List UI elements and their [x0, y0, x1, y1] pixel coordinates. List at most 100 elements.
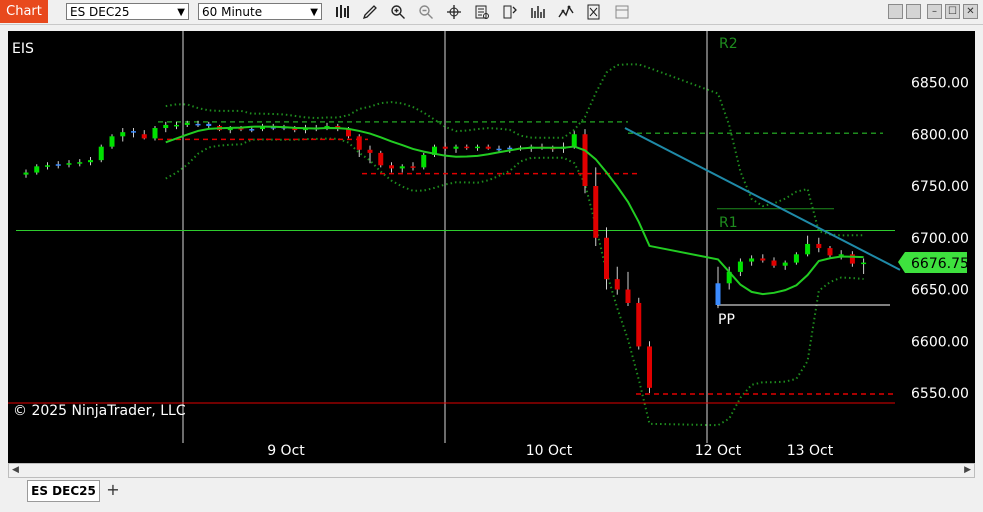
candle-body	[249, 129, 255, 131]
candle-body	[582, 134, 588, 186]
candle-body	[174, 124, 179, 127]
candle-body	[389, 165, 394, 169]
draw-tool-icon[interactable]	[362, 4, 378, 20]
instrument-selector[interactable]: ES DEC25 ▼	[66, 3, 189, 20]
candle-body	[805, 243, 811, 255]
candle-body	[827, 248, 833, 256]
maximize-button[interactable]: ☐	[945, 4, 960, 19]
candle-body	[464, 146, 470, 149]
x-tick-label: 10 Oct	[526, 443, 573, 459]
scroll-left-icon[interactable]: ◀	[12, 465, 19, 475]
interval-value: 60 Minute	[202, 5, 263, 19]
candle-body	[636, 302, 642, 347]
candle-body	[771, 260, 777, 266]
candle-body	[98, 146, 104, 161]
candle-body	[453, 146, 459, 149]
last-price-label: 6676.75	[911, 256, 969, 272]
candle-body	[356, 136, 362, 150]
horizontal-scrollbar[interactable]: ◀ ▶	[8, 463, 975, 478]
x-tick-label: 12 Oct	[695, 443, 742, 459]
candle-body	[816, 243, 822, 249]
x-tick-label: 13 Oct	[787, 443, 834, 459]
pivot-lines	[8, 121, 895, 404]
properties-icon[interactable]	[502, 4, 518, 20]
candle-body	[749, 258, 755, 262]
overlay-lines	[165, 125, 901, 296]
candle-body	[475, 146, 480, 149]
vertical-gridlines	[182, 31, 708, 443]
candle-body	[152, 128, 158, 139]
moving-average-line	[165, 125, 864, 296]
tab-es-dec25[interactable]: ES DEC25	[27, 480, 100, 502]
candle-body	[614, 279, 620, 290]
candle-body	[120, 132, 126, 137]
zoom-in-icon[interactable]	[390, 4, 406, 20]
hide-tabs-icon[interactable]	[614, 4, 630, 20]
candle-body	[782, 262, 788, 266]
candle-body	[593, 186, 599, 238]
candle-body	[55, 164, 61, 166]
x-tick-label: 9 Oct	[267, 443, 305, 459]
y-tick-label: 6550.00	[911, 386, 969, 402]
y-tick-label: 6700.00	[911, 231, 969, 247]
candle-body	[647, 346, 652, 388]
candle-body	[77, 162, 83, 164]
last-price-marker: 6676.75	[898, 252, 969, 273]
chart-window-label: Chart	[0, 0, 48, 23]
candle-body	[399, 166, 405, 169]
scroll-right-icon[interactable]: ▶	[964, 465, 971, 475]
price-axis[interactable]: 6850.00 6800.00 6750.00 6700.00 6650.00 6600.…	[911, 76, 969, 403]
add-tab-button[interactable]: +	[104, 480, 122, 500]
candle-body	[410, 166, 416, 168]
chart-toolbar: Chart ES DEC25 ▼ 60 Minute ▼ – ☐ ✕	[0, 0, 983, 25]
candle-body	[861, 262, 867, 265]
copyright-text: © 2025 NinjaTrader, LLC	[13, 403, 186, 419]
window-option-button[interactable]	[888, 4, 903, 19]
candle-body	[442, 146, 448, 149]
indicators-icon[interactable]	[530, 4, 546, 20]
candle-body	[88, 160, 93, 163]
candle-body	[34, 166, 40, 173]
y-tick-label: 6600.00	[911, 334, 969, 350]
candle-body	[163, 124, 169, 129]
candle-body	[715, 283, 721, 306]
candle-body	[507, 147, 513, 150]
y-tick-label: 6850.00	[911, 76, 969, 92]
time-axis[interactable]: 9 Oct 10 Oct 12 Oct 13 Oct	[267, 443, 834, 459]
candle-body	[793, 254, 799, 263]
candle-body	[131, 131, 136, 133]
crosshair-icon[interactable]	[446, 4, 462, 20]
zoom-out-icon[interactable]	[418, 4, 434, 20]
candle-body	[378, 152, 384, 166]
candle-body	[421, 154, 427, 168]
lower-band-line	[165, 137, 864, 427]
bar-type-icon[interactable]	[334, 4, 350, 20]
close-button[interactable]: ✕	[963, 4, 978, 19]
link-window-button[interactable]	[906, 4, 921, 19]
candle-body	[485, 146, 491, 149]
candle-body	[625, 289, 631, 303]
candle-body	[45, 165, 50, 167]
data-box-icon[interactable]	[474, 4, 490, 20]
candle-body	[66, 163, 72, 165]
pivot-r2-label: R2	[719, 36, 738, 52]
envelope-bands	[165, 63, 864, 427]
candle-body	[141, 134, 147, 139]
chevron-down-icon: ▼	[177, 7, 185, 18]
strategies-icon[interactable]	[558, 4, 574, 20]
y-tick-label: 6750.00	[911, 179, 969, 195]
pivot-pp-label: PP	[718, 312, 735, 328]
templates-icon[interactable]	[586, 4, 602, 20]
candle-body	[737, 261, 743, 272]
candle-body	[604, 237, 609, 280]
price-chart[interactable]: 6850.00 6800.00 6750.00 6700.00 6650.00 6600.…	[8, 31, 975, 463]
chart-panel[interactable]: 6850.00 6800.00 6750.00 6700.00 6650.00 6600.…	[8, 31, 975, 463]
y-tick-label: 6800.00	[911, 127, 969, 143]
pivot-r1-label: R1	[719, 215, 738, 231]
candle-body	[23, 172, 29, 175]
minimize-button[interactable]: –	[927, 4, 942, 19]
candle-body	[367, 149, 373, 153]
interval-selector[interactable]: 60 Minute ▼	[198, 3, 322, 20]
chart-label: EIS	[12, 41, 34, 57]
candle-body	[206, 123, 212, 126]
